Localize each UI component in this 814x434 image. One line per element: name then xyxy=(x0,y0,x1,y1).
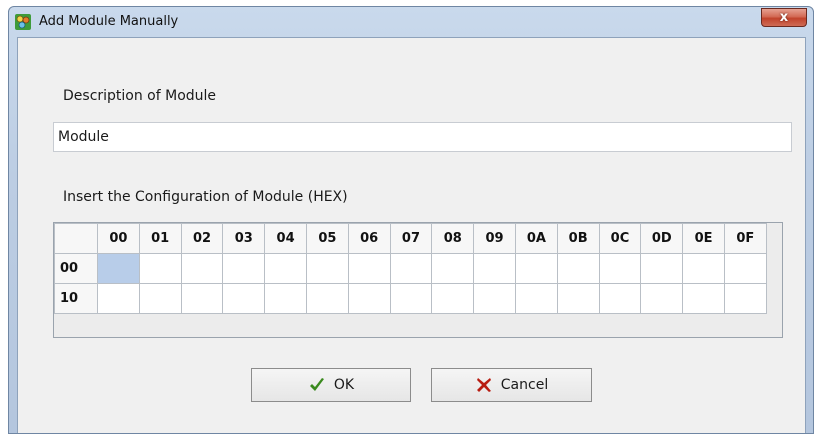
hex-config-grid: 00 01 02 03 04 05 06 07 08 09 0A 0B 0C 0D 0E 0F 00 10 xyxy=(53,222,783,338)
hex-cell[interactable] xyxy=(222,283,266,314)
grid-row: 10 xyxy=(54,283,767,314)
description-label: Description of Module xyxy=(63,88,217,104)
hex-cell[interactable] xyxy=(389,253,433,284)
title-bar[interactable]: Add Module Manually x xyxy=(9,7,813,37)
column-header: 00 xyxy=(97,223,140,254)
column-header: 04 xyxy=(264,223,307,254)
close-icon: x xyxy=(779,10,789,25)
column-header: 0E xyxy=(682,223,725,254)
cancel-button-label: Cancel xyxy=(500,377,549,393)
column-header: 03 xyxy=(222,223,266,254)
hex-cell[interactable] xyxy=(723,253,767,284)
hex-cell[interactable] xyxy=(180,253,224,284)
hex-cell[interactable] xyxy=(264,253,307,284)
hex-cell[interactable] xyxy=(305,283,349,314)
column-header: 0B xyxy=(556,223,600,254)
hex-cell[interactable] xyxy=(347,253,391,284)
hex-table: 00 01 02 03 04 05 06 07 08 09 0A 0B 0C 0D 0E 0F 00 10 xyxy=(54,223,767,314)
hex-cell[interactable] xyxy=(138,253,182,284)
column-header: 05 xyxy=(305,223,349,254)
column-header: 0D xyxy=(640,223,684,254)
hex-cell[interactable] xyxy=(514,283,558,314)
hex-cell[interactable] xyxy=(431,253,475,284)
ok-button-label: OK xyxy=(333,377,355,393)
hex-cell[interactable] xyxy=(598,253,642,284)
hex-cell[interactable] xyxy=(682,253,725,284)
hex-cell[interactable] xyxy=(222,253,266,284)
row-header: 00 xyxy=(54,253,98,284)
hex-cell[interactable] xyxy=(180,283,224,314)
column-header: 06 xyxy=(347,223,391,254)
checkmark-icon xyxy=(309,378,324,391)
config-label: Insert the Configuration of Module (HEX) xyxy=(63,189,348,205)
hex-cell[interactable] xyxy=(431,283,475,314)
description-input[interactable] xyxy=(53,122,792,152)
column-header: 07 xyxy=(389,223,433,254)
hex-cell[interactable] xyxy=(97,253,140,284)
column-header: 01 xyxy=(138,223,182,254)
hex-cell[interactable] xyxy=(305,253,349,284)
hex-cell[interactable] xyxy=(556,253,600,284)
column-header: 0C xyxy=(598,223,642,254)
cancel-button[interactable]: Cancel xyxy=(431,368,592,402)
grid-corner xyxy=(54,223,98,254)
window-title: Add Module Manually xyxy=(39,14,179,29)
hex-cell[interactable] xyxy=(682,283,725,314)
hex-cell[interactable] xyxy=(598,283,642,314)
x-mark-icon xyxy=(476,378,491,392)
hex-cell[interactable] xyxy=(640,283,684,314)
hex-cell[interactable] xyxy=(389,283,433,314)
row-header: 10 xyxy=(54,283,98,314)
hex-cell[interactable] xyxy=(723,283,767,314)
hex-cell[interactable] xyxy=(347,283,391,314)
column-header: 02 xyxy=(180,223,224,254)
hex-cell[interactable] xyxy=(640,253,684,284)
column-header: 0F xyxy=(723,223,767,254)
column-header: 0A xyxy=(514,223,558,254)
hex-cell[interactable] xyxy=(97,283,140,314)
hex-cell[interactable] xyxy=(473,253,516,284)
hex-cell[interactable] xyxy=(514,253,558,284)
hex-cell[interactable] xyxy=(138,283,182,314)
dialog-window: Add Module Manually x xyxy=(8,6,814,434)
app-gear-icon xyxy=(15,14,31,30)
grid-row: 00 xyxy=(54,253,767,284)
column-header: 09 xyxy=(473,223,516,254)
column-header: 08 xyxy=(431,223,475,254)
close-button[interactable]: x xyxy=(761,8,807,27)
ok-button[interactable]: OK xyxy=(251,368,411,402)
hex-cell[interactable] xyxy=(556,283,600,314)
hex-cell[interactable] xyxy=(264,283,307,314)
hex-cell[interactable] xyxy=(473,283,516,314)
